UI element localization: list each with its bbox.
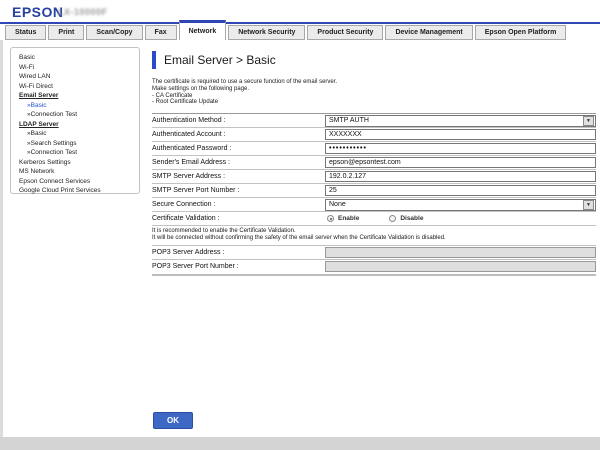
authenticated-password-label: Authenticated Password : (152, 145, 325, 152)
authenticated-password-input[interactable] (325, 143, 596, 154)
tab-fax[interactable]: Fax (145, 25, 177, 40)
sidebar-item-wifi[interactable]: Wi-Fi (19, 63, 139, 73)
tab-scan-copy[interactable]: Scan/Copy (86, 25, 142, 40)
chevron-down-icon[interactable]: ▼ (583, 200, 594, 210)
smtp-port-input[interactable] (325, 185, 596, 196)
page-description: The certificate is required to use a sec… (152, 79, 596, 106)
certificate-validation-radio-group: Enable Disable (325, 215, 423, 222)
footer-strip (0, 437, 600, 450)
sidebar-item-wired-lan[interactable]: Wired LAN (19, 72, 139, 82)
secure-connection-select[interactable]: None ▼ (325, 199, 596, 211)
description-line: The certificate is required to use a sec… (152, 79, 596, 86)
pop3-port-label: POP3 Server Port Number : (152, 263, 325, 270)
table-row: Authentication Method : SMTP AUTH ▼ (152, 114, 596, 128)
note-line: It is recommended to enable the Certific… (152, 228, 596, 235)
secure-connection-value: None (326, 201, 583, 208)
note-line: It will be connected without confirming … (152, 235, 596, 242)
authentication-method-label: Authentication Method : (152, 117, 325, 124)
radio-icon (389, 215, 396, 222)
table-row: SMTP Server Port Number : (152, 184, 596, 198)
ok-button[interactable]: OK (153, 412, 193, 429)
sidebar-item-google-cloud-print-services[interactable]: Google Cloud Print Services (19, 186, 139, 196)
table-row: Authenticated Password : (152, 142, 596, 156)
sidebar-item-kerberos-settings[interactable]: Kerberos Settings (19, 158, 139, 168)
senders-email-input[interactable] (325, 157, 596, 168)
radio-label-enable: Enable (338, 215, 359, 222)
authentication-method-select[interactable]: SMTP AUTH ▼ (325, 115, 596, 127)
tab-network[interactable]: Network (179, 20, 227, 40)
smtp-port-label: SMTP Server Port Number : (152, 187, 325, 194)
pop3-port-input (325, 261, 596, 272)
certificate-validation-radio-disable[interactable]: Disable (389, 215, 423, 222)
tab-product-security[interactable]: Product Security (307, 25, 383, 40)
authenticated-account-input[interactable] (325, 129, 596, 140)
sidebar-item-wifi-direct[interactable]: Wi-Fi Direct (19, 82, 139, 92)
pop3-server-address-input (325, 247, 596, 258)
smtp-server-address-input[interactable] (325, 171, 596, 182)
sidebar-item-basic[interactable]: Basic (19, 53, 139, 63)
table-row: POP3 Server Port Number : (152, 260, 596, 274)
secure-connection-label: Secure Connection : (152, 201, 325, 208)
sidebar-item-ldap-search-settings[interactable]: »Search Settings (19, 139, 139, 149)
authentication-method-value: SMTP AUTH (326, 117, 583, 124)
certificate-validation-label: Certificate Validation : (152, 215, 325, 222)
radio-label-disable: Disable (400, 215, 423, 222)
sidebar-item-epson-connect-services[interactable]: Epson Connect Services (19, 177, 139, 187)
tab-print[interactable]: Print (48, 25, 84, 40)
smtp-server-address-label: SMTP Server Address : (152, 173, 325, 180)
sidebar-item-email-server-basic[interactable]: »Basic (19, 101, 139, 111)
page-title: Email Server > Basic (164, 53, 276, 67)
sidebar-item-ldap-connection-test[interactable]: »Connection Test (19, 148, 139, 158)
tab-network-security[interactable]: Network Security (228, 25, 305, 40)
left-edge-strip (0, 40, 3, 437)
app-header: EPSON LX-10000F (0, 0, 600, 22)
sidebar-section-email-server[interactable]: Email Server (19, 91, 139, 101)
sidebar-section-ldap-server[interactable]: LDAP Server (19, 120, 139, 130)
authenticated-account-label: Authenticated Account : (152, 131, 325, 138)
pop3-server-address-label: POP3 Server Address : (152, 249, 325, 256)
table-row: Certificate Validation : Enable Disable (152, 212, 596, 226)
senders-email-label: Sender's Email Address : (152, 159, 325, 166)
description-line: - CA Certificate (152, 93, 596, 100)
tab-status[interactable]: Status (5, 25, 46, 40)
pop3-settings-table: POP3 Server Address : POP3 Server Port N… (152, 245, 596, 276)
email-server-settings-table: Authentication Method : SMTP AUTH ▼ Auth… (152, 113, 596, 226)
description-line: - Root Certificate Update (152, 99, 596, 106)
certificate-validation-note: It is recommended to enable the Certific… (152, 226, 596, 245)
epson-logo: EPSON (12, 4, 64, 20)
main-tab-bar: Status Print Scan/Copy Fax Network Netwo… (5, 20, 600, 40)
table-row: POP3 Server Address : (152, 246, 596, 260)
table-row: Sender's Email Address : (152, 156, 596, 170)
sidebar-item-ms-network[interactable]: MS Network (19, 167, 139, 177)
table-row: SMTP Server Address : (152, 170, 596, 184)
chevron-down-icon[interactable]: ▼ (583, 116, 594, 126)
network-sidebar: Basic Wi-Fi Wired LAN Wi-Fi Direct Email… (10, 47, 140, 194)
main-content: Email Server > Basic The certificate is … (152, 48, 596, 276)
title-accent-bar (152, 51, 156, 69)
page-title-row: Email Server > Basic (152, 51, 596, 69)
printer-model-label: LX-10000F (58, 7, 108, 17)
radio-icon (327, 215, 334, 222)
tab-epson-open-platform[interactable]: Epson Open Platform (475, 25, 567, 40)
table-row: Authenticated Account : (152, 128, 596, 142)
table-row: Secure Connection : None ▼ (152, 198, 596, 212)
tab-device-management[interactable]: Device Management (385, 25, 472, 40)
certificate-validation-radio-enable[interactable]: Enable (327, 215, 359, 222)
sidebar-item-email-server-connection-test[interactable]: »Connection Test (19, 110, 139, 120)
sidebar-item-ldap-basic[interactable]: »Basic (19, 129, 139, 139)
description-line: Make settings on the following page. (152, 86, 596, 93)
